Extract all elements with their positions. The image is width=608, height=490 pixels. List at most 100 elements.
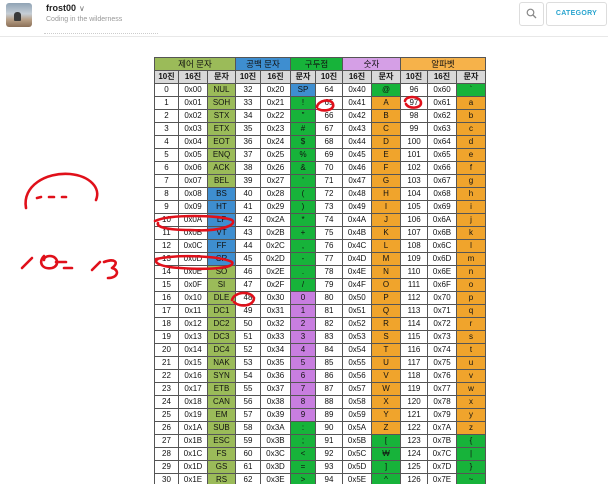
table-cell: 0x20 xyxy=(260,83,291,97)
table-cell: 46 xyxy=(235,265,261,279)
table-cell: 0x47 xyxy=(342,174,372,188)
table-cell: 9 xyxy=(290,408,316,422)
table-cell: 0x53 xyxy=(342,330,372,344)
table-cell: 23 xyxy=(154,382,179,396)
table-cell: 109 xyxy=(400,252,428,266)
group-header-row: 제어 문자 공백 문자 구두점 숫자 알파벳 xyxy=(154,57,486,71)
table-cell: 52 xyxy=(235,343,261,357)
table-cell: 123 xyxy=(400,434,428,448)
table-cell: 6 xyxy=(154,161,179,175)
table-cell: 7 xyxy=(154,174,179,188)
table-cell: 0x0D xyxy=(178,252,208,266)
search-button[interactable] xyxy=(519,2,544,26)
table-cell: q xyxy=(456,304,486,318)
table-cell: SOH xyxy=(207,96,236,110)
table-cell: 15 xyxy=(154,278,179,292)
column-header: 10진 xyxy=(154,70,179,84)
table-cell: 103 xyxy=(400,174,428,188)
table-cell: 0x6F xyxy=(427,278,457,292)
table-cell: 0x4E xyxy=(342,265,372,279)
table-cell: 35 xyxy=(235,122,261,136)
table-cell: 25 xyxy=(154,408,179,422)
table-cell: 105 xyxy=(400,200,428,214)
category-button[interactable]: CATEGORY xyxy=(546,2,607,26)
table-cell: 0x07 xyxy=(178,174,208,188)
table-cell: GS xyxy=(207,460,236,474)
column-header: 16진 xyxy=(260,70,291,84)
chevron-down-icon[interactable]: ∨ xyxy=(79,4,85,13)
table-cell: 90 xyxy=(315,421,343,435)
table-cell: 0x71 xyxy=(427,304,457,318)
table-cell: C xyxy=(371,122,401,136)
table-cell: 5 xyxy=(290,356,316,370)
table-cell: ! xyxy=(290,96,316,110)
table-row: 26 0x1A SUB 58 0x3A:90 0x5A Z 122 0x7A z xyxy=(154,421,486,435)
table-cell: w xyxy=(456,382,486,396)
table-cell: 0x0A xyxy=(178,213,208,227)
table-cell: 85 xyxy=(315,356,343,370)
table-cell: f xyxy=(456,161,486,175)
table-cell: 0x02 xyxy=(178,109,208,123)
group-control-header: 제어 문자 xyxy=(154,57,236,71)
table-cell: BEL xyxy=(207,174,236,188)
table-cell: 117 xyxy=(400,356,428,370)
table-cell: 0x03 xyxy=(178,122,208,136)
table-cell: 0x16 xyxy=(178,369,208,383)
table-cell: / xyxy=(290,278,316,292)
blog-name[interactable]: frost00 xyxy=(46,3,76,13)
table-cell: 42 xyxy=(235,213,261,227)
table-cell: 0x52 xyxy=(342,317,372,331)
group-whitespace-header: 공백 문자 xyxy=(235,57,291,71)
table-cell: 101 xyxy=(400,148,428,162)
table-cell: @ xyxy=(371,83,401,97)
table-cell: $ xyxy=(290,135,316,149)
table-row: 4 0x04 EOT 36 0x24 $68 0x44 D 100 0x64 d xyxy=(154,135,486,149)
table-cell: 78 xyxy=(315,265,343,279)
table-cell: p xyxy=(456,291,486,305)
table-cell: d xyxy=(456,135,486,149)
table-cell: 0x36 xyxy=(260,369,291,383)
table-cell: ₩ xyxy=(371,447,401,461)
table-cell: 18 xyxy=(154,317,179,331)
table-cell: k xyxy=(456,226,486,240)
table-cell: 45 xyxy=(235,252,261,266)
table-cell: 86 xyxy=(315,369,343,383)
table-cell: 0x38 xyxy=(260,395,291,409)
table-cell: 99 xyxy=(400,122,428,136)
table-cell: 0x22 xyxy=(260,109,291,123)
avatar[interactable] xyxy=(6,3,32,27)
table-cell: 20 xyxy=(154,343,179,357)
table-cell: 0x0E xyxy=(178,265,208,279)
table-cell: { xyxy=(456,434,486,448)
handwriting-labels: 10 13 xyxy=(24,275,103,285)
table-cell: 0x27 xyxy=(260,174,291,188)
table-cell: 82 xyxy=(315,317,343,331)
table-cell: 0 xyxy=(290,291,316,305)
table-row: 18 0x12 DC2 50 0x32 2 82 0x52 R 114 0x72 r xyxy=(154,317,486,331)
blog-name-menu[interactable]: frost00 ∨ xyxy=(46,3,85,13)
table-row: 15 0x0F SI 47 0x2F/79 0x4F O 111 0x6F o xyxy=(154,278,486,292)
table-cell: l xyxy=(456,239,486,253)
table-cell: J xyxy=(371,213,401,227)
ascii-table: 제어 문자 공백 문자 구두점 숫자 알파벳 10진 16진 문자 10진 16진 문자 1… xyxy=(154,57,486,487)
table-cell: ETX xyxy=(207,122,236,136)
table-cell: 0x0F xyxy=(178,278,208,292)
table-cell: 98 xyxy=(400,109,428,123)
table-cell: EOT xyxy=(207,135,236,149)
table-cell: 0x35 xyxy=(260,356,291,370)
table-cell: DC4 xyxy=(207,343,236,357)
table-row: 23 0x17 ETB 55 0x37 7 87 0x57 W 119 0x77 w xyxy=(154,382,486,396)
table-cell: 0x1A xyxy=(178,421,208,435)
table-cell: SUB xyxy=(207,421,236,435)
table-cell: 106 xyxy=(400,213,428,227)
table-cell: 0x2E xyxy=(260,265,291,279)
table-cell: 19 xyxy=(154,330,179,344)
group-alphabet-header: 알파벳 xyxy=(400,57,486,71)
handwritten-13 xyxy=(90,259,119,280)
table-row: 27 0x1B ESC 59 0x3B; 91 0x5B[123 0x7B{ xyxy=(154,434,486,448)
table-cell: 87 xyxy=(315,382,343,396)
table-cell: 0x57 xyxy=(342,382,372,396)
table-cell: < xyxy=(290,447,316,461)
table-cell: 73 xyxy=(315,200,343,214)
table-cell: r xyxy=(456,317,486,331)
